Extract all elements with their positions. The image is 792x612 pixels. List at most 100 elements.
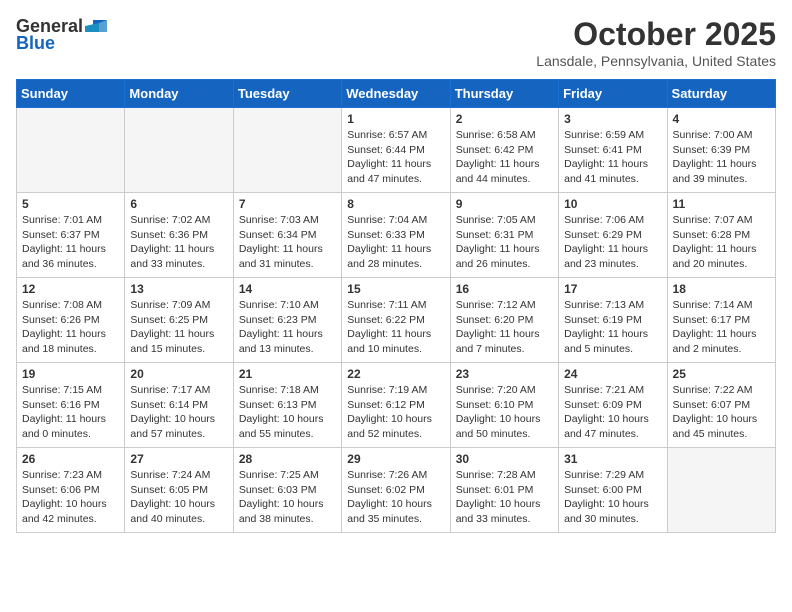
calendar-cell	[125, 108, 233, 193]
day-info: Sunrise: 7:20 AMSunset: 6:10 PMDaylight:…	[456, 383, 553, 442]
calendar-cell: 10Sunrise: 7:06 AMSunset: 6:29 PMDayligh…	[559, 193, 667, 278]
day-info: Sunrise: 7:19 AMSunset: 6:12 PMDaylight:…	[347, 383, 444, 442]
day-number: 14	[239, 282, 336, 296]
day-info: Sunrise: 7:18 AMSunset: 6:13 PMDaylight:…	[239, 383, 336, 442]
calendar-cell: 11Sunrise: 7:07 AMSunset: 6:28 PMDayligh…	[667, 193, 775, 278]
day-number: 8	[347, 197, 444, 211]
day-number: 30	[456, 452, 553, 466]
day-number: 21	[239, 367, 336, 381]
day-header-friday: Friday	[559, 80, 667, 108]
calendar-cell: 5 Sunrise: 7:01 AMSunset: 6:37 PMDaylight…	[17, 193, 125, 278]
day-info: Sunrise: 7:24 AMSunset: 6:05 PMDaylight:…	[130, 468, 227, 527]
day-number: 9	[456, 197, 553, 211]
day-info: Sunrise: 7:01 AMSunset: 6:37 PMDaylight:…	[22, 213, 119, 272]
day-info: Sunrise: 7:04 AMSunset: 6:33 PMDaylight:…	[347, 213, 444, 272]
day-number: 13	[130, 282, 227, 296]
week-row-2: 12 Sunrise: 7:08 AMSunset: 6:26 PMDayligh…	[17, 278, 776, 363]
day-info: Sunrise: 7:13 AMSunset: 6:19 PMDaylight:…	[564, 298, 661, 357]
week-row-0: 1Sunrise: 6:57 AMSunset: 6:44 PMDaylight…	[17, 108, 776, 193]
calendar-cell: 14Sunrise: 7:10 AMSunset: 6:23 PMDayligh…	[233, 278, 341, 363]
calendar-cell: 21 Sunrise: 7:18 AMSunset: 6:13 PMDayligh…	[233, 363, 341, 448]
calendar-cell	[667, 448, 775, 533]
day-info: Sunrise: 7:14 AMSunset: 6:17 PMDaylight:…	[673, 298, 770, 357]
day-number: 27	[130, 452, 227, 466]
day-info: Sunrise: 7:28 AMSunset: 6:01 PMDaylight:…	[456, 468, 553, 527]
calendar-cell: 2 Sunrise: 6:58 AMSunset: 6:42 PMDaylight…	[450, 108, 558, 193]
logo-blue-text: Blue	[16, 33, 55, 54]
day-info: Sunrise: 7:26 AMSunset: 6:02 PMDaylight:…	[347, 468, 444, 527]
day-number: 12	[22, 282, 119, 296]
day-info: Sunrise: 7:21 AMSunset: 6:09 PMDaylight:…	[564, 383, 661, 442]
day-number: 16	[456, 282, 553, 296]
day-info: Sunrise: 7:07 AMSunset: 6:28 PMDaylight:…	[673, 213, 770, 272]
day-header-wednesday: Wednesday	[342, 80, 450, 108]
calendar-cell: 6Sunrise: 7:02 AMSunset: 6:36 PMDaylight…	[125, 193, 233, 278]
day-header-tuesday: Tuesday	[233, 80, 341, 108]
day-number: 25	[673, 367, 770, 381]
day-number: 28	[239, 452, 336, 466]
calendar-cell: 23 Sunrise: 7:20 AMSunset: 6:10 PMDayligh…	[450, 363, 558, 448]
month-title: October 2025	[536, 16, 776, 53]
day-number: 2	[456, 112, 553, 126]
day-info: Sunrise: 7:06 AMSunset: 6:29 PMDaylight:…	[564, 213, 661, 272]
week-row-4: 26 Sunrise: 7:23 AMSunset: 6:06 PMDayligh…	[17, 448, 776, 533]
calendar-cell: 8 Sunrise: 7:04 AMSunset: 6:33 PMDaylight…	[342, 193, 450, 278]
week-row-3: 19Sunrise: 7:15 AMSunset: 6:16 PMDayligh…	[17, 363, 776, 448]
calendar-cell: 31 Sunrise: 7:29 AMSunset: 6:00 PMDayligh…	[559, 448, 667, 533]
day-number: 17	[564, 282, 661, 296]
week-row-1: 5 Sunrise: 7:01 AMSunset: 6:37 PMDaylight…	[17, 193, 776, 278]
day-info: Sunrise: 7:09 AMSunset: 6:25 PMDaylight:…	[130, 298, 227, 357]
logo-icon	[85, 18, 107, 36]
day-info: Sunrise: 7:12 AMSunset: 6:20 PMDaylight:…	[456, 298, 553, 357]
day-info: Sunrise: 7:00 AMSunset: 6:39 PMDaylight:…	[673, 128, 770, 187]
day-number: 4	[673, 112, 770, 126]
location: Lansdale, Pennsylvania, United States	[536, 53, 776, 69]
day-info: Sunrise: 7:23 AMSunset: 6:06 PMDaylight:…	[22, 468, 119, 527]
calendar-cell: 1Sunrise: 6:57 AMSunset: 6:44 PMDaylight…	[342, 108, 450, 193]
day-number: 22	[347, 367, 444, 381]
day-info: Sunrise: 7:11 AMSunset: 6:22 PMDaylight:…	[347, 298, 444, 357]
calendar-cell: 7Sunrise: 7:03 AMSunset: 6:34 PMDaylight…	[233, 193, 341, 278]
day-number: 31	[564, 452, 661, 466]
calendar-cell: 30 Sunrise: 7:28 AMSunset: 6:01 PMDayligh…	[450, 448, 558, 533]
calendar-cell: 20 Sunrise: 7:17 AMSunset: 6:14 PMDayligh…	[125, 363, 233, 448]
logo: General Blue	[16, 16, 107, 54]
day-info: Sunrise: 7:22 AMSunset: 6:07 PMDaylight:…	[673, 383, 770, 442]
calendar-cell: 26 Sunrise: 7:23 AMSunset: 6:06 PMDayligh…	[17, 448, 125, 533]
day-info: Sunrise: 7:08 AMSunset: 6:26 PMDaylight:…	[22, 298, 119, 357]
calendar-cell: 3Sunrise: 6:59 AMSunset: 6:41 PMDaylight…	[559, 108, 667, 193]
title-area: October 2025 Lansdale, Pennsylvania, Uni…	[536, 16, 776, 69]
calendar-cell: 16 Sunrise: 7:12 AMSunset: 6:20 PMDayligh…	[450, 278, 558, 363]
day-number: 23	[456, 367, 553, 381]
day-header-monday: Monday	[125, 80, 233, 108]
calendar-cell: 24 Sunrise: 7:21 AMSunset: 6:09 PMDayligh…	[559, 363, 667, 448]
day-info: Sunrise: 7:25 AMSunset: 6:03 PMDaylight:…	[239, 468, 336, 527]
day-number: 3	[564, 112, 661, 126]
day-number: 18	[673, 282, 770, 296]
day-number: 5	[22, 197, 119, 211]
calendar-cell: 28 Sunrise: 7:25 AMSunset: 6:03 PMDayligh…	[233, 448, 341, 533]
day-info: Sunrise: 6:57 AMSunset: 6:44 PMDaylight:…	[347, 128, 444, 187]
day-header-sunday: Sunday	[17, 80, 125, 108]
calendar-cell: 17 Sunrise: 7:13 AMSunset: 6:19 PMDayligh…	[559, 278, 667, 363]
day-info: Sunrise: 7:03 AMSunset: 6:34 PMDaylight:…	[239, 213, 336, 272]
day-number: 24	[564, 367, 661, 381]
day-header-thursday: Thursday	[450, 80, 558, 108]
day-info: Sunrise: 6:58 AMSunset: 6:42 PMDaylight:…	[456, 128, 553, 187]
calendar-cell: 29 Sunrise: 7:26 AMSunset: 6:02 PMDayligh…	[342, 448, 450, 533]
day-number: 20	[130, 367, 227, 381]
day-number: 26	[22, 452, 119, 466]
day-info: Sunrise: 7:05 AMSunset: 6:31 PMDaylight:…	[456, 213, 553, 272]
day-info: Sunrise: 7:29 AMSunset: 6:00 PMDaylight:…	[564, 468, 661, 527]
calendar-cell: 27 Sunrise: 7:24 AMSunset: 6:05 PMDayligh…	[125, 448, 233, 533]
calendar-cell: 15Sunrise: 7:11 AMSunset: 6:22 PMDayligh…	[342, 278, 450, 363]
day-info: Sunrise: 7:17 AMSunset: 6:14 PMDaylight:…	[130, 383, 227, 442]
calendar-cell: 19Sunrise: 7:15 AMSunset: 6:16 PMDayligh…	[17, 363, 125, 448]
calendar-header-row: SundayMondayTuesdayWednesdayThursdayFrid…	[17, 80, 776, 108]
calendar-cell: 4 Sunrise: 7:00 AMSunset: 6:39 PMDaylight…	[667, 108, 775, 193]
calendar-cell: 13 Sunrise: 7:09 AMSunset: 6:25 PMDayligh…	[125, 278, 233, 363]
calendar-cell	[17, 108, 125, 193]
day-info: Sunrise: 7:02 AMSunset: 6:36 PMDaylight:…	[130, 213, 227, 272]
calendar-table: SundayMondayTuesdayWednesdayThursdayFrid…	[16, 79, 776, 533]
day-number: 29	[347, 452, 444, 466]
